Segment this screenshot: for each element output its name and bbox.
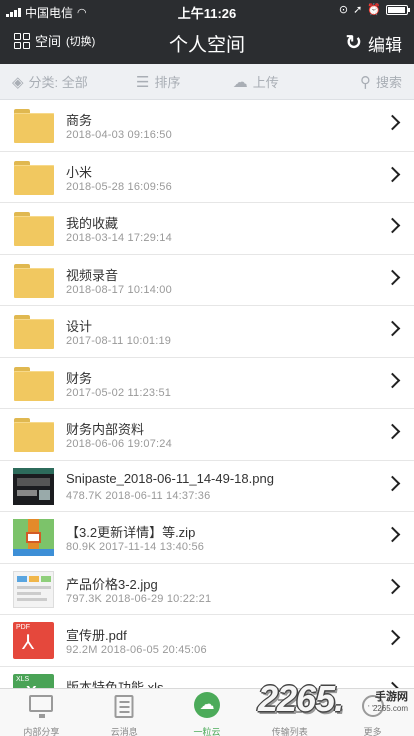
xls-file-icon: XLSX bbox=[13, 673, 54, 688]
chevron-right-icon[interactable] bbox=[384, 423, 401, 440]
list-item[interactable]: 商务 2018-04-03 09:16:50 bbox=[0, 100, 414, 152]
list-item[interactable]: 【3.2更新详情】等.zip 80.9K 2017-11-14 13:40:56 bbox=[0, 512, 414, 564]
list-item[interactable]: 我的收藏 2018-03-14 17:29:14 bbox=[0, 203, 414, 255]
file-meta: 2018-04-03 09:16:50 bbox=[66, 129, 172, 141]
tab-cloud-messages[interactable]: 云消息 bbox=[83, 689, 166, 736]
chevron-right-icon[interactable] bbox=[384, 269, 401, 285]
file-meta: 2018-03-14 17:29:14 bbox=[66, 232, 172, 244]
file-name: Snipaste_2018-06-11_14-49-18.png bbox=[66, 470, 274, 486]
tab-label: 云消息 bbox=[110, 727, 138, 736]
folder-icon bbox=[14, 418, 54, 452]
watermark-url: 2265.com bbox=[372, 704, 408, 713]
zip-archive-icon bbox=[13, 519, 54, 556]
list-item[interactable]: PDF ⅄ 宣传册.pdf 92.2M 2018-06-05 20:45:06 bbox=[0, 615, 414, 667]
sort-label: 排序 bbox=[154, 75, 181, 90]
file-name: 我的收藏 bbox=[66, 216, 119, 231]
rotation-lock-icon: ⊙ bbox=[338, 4, 349, 16]
folder-icon bbox=[14, 212, 54, 246]
pdf-file-icon: PDF ⅄ bbox=[13, 622, 54, 659]
folder-icon bbox=[14, 263, 54, 298]
status-bar: 中国电信 ◠ 上午11:26 ⊙ ➚ ⏰ bbox=[0, 0, 414, 22]
file-name: 视频录音 bbox=[66, 267, 119, 283]
battery-level bbox=[388, 6, 405, 13]
list-item[interactable]: 产品价格3-2.jpg 797.3K 2018-06-29 10:22:21 bbox=[0, 563, 414, 615]
list-item[interactable]: 设计 2017-08-11 10:01:19 bbox=[0, 306, 414, 358]
chevron-right-icon[interactable] bbox=[384, 629, 401, 646]
chevron-right-icon[interactable] bbox=[384, 475, 401, 491]
watermark-number: 2265. bbox=[258, 678, 344, 719]
search-label: 搜索 bbox=[375, 75, 402, 90]
category-filter-button[interactable]: ◈ 分类: 全部 bbox=[0, 64, 110, 99]
upload-label: 上传 bbox=[252, 75, 279, 90]
file-meta: 2018-06-06 19:07:24 bbox=[66, 438, 172, 450]
chevron-right-icon[interactable] bbox=[384, 217, 401, 234]
file-meta: 80.9K 2017-11-14 13:40:56 bbox=[66, 541, 205, 553]
watermark-text: 手游网 bbox=[375, 691, 408, 703]
file-meta: 92.2M 2018-06-05 20:45:06 bbox=[66, 644, 207, 656]
file-name: 小米 bbox=[66, 164, 93, 180]
file-meta: 2017-05-02 11:23:51 bbox=[66, 386, 172, 399]
chevron-right-icon[interactable] bbox=[384, 166, 401, 182]
file-list: 商务 2018-04-03 09:16:50 小米 2018-05-28 16:… bbox=[0, 100, 414, 688]
list-item[interactable]: 财务 2017-05-02 11:23:51 bbox=[0, 357, 414, 409]
file-meta: 797.3K 2018-06-29 10:22:21 bbox=[66, 592, 212, 605]
monitor-icon bbox=[29, 695, 54, 718]
tab-internal-share[interactable]: 内部分享 bbox=[0, 689, 83, 736]
file-name: 宣传册.pdf bbox=[66, 628, 127, 643]
file-name: 版本特色功能.xls bbox=[66, 679, 164, 689]
toolbar: ◈ 分类: 全部 ☰ 排序 ☁ 上传 ⚲ 搜索 bbox=[0, 64, 414, 100]
chevron-right-icon[interactable] bbox=[384, 372, 401, 388]
list-item[interactable]: 小米 2018-05-28 16:09:56 bbox=[0, 151, 414, 203]
location-icon: ➚ bbox=[353, 4, 363, 16]
tab-yiliyun[interactable]: ☁ 一粒云 bbox=[166, 689, 249, 736]
folder-icon bbox=[14, 366, 54, 401]
chevron-right-icon[interactable] bbox=[384, 320, 401, 337]
pdf-badge: PDF bbox=[16, 624, 30, 631]
tab-label: 更多 bbox=[363, 727, 382, 736]
folder-icon bbox=[14, 315, 54, 349]
alarm-icon: ⏰ bbox=[367, 4, 381, 16]
upload-button[interactable]: ☁ 上传 bbox=[207, 64, 305, 99]
file-meta: 2017-08-11 10:01:19 bbox=[66, 335, 172, 347]
sort-button[interactable]: ☰ 排序 bbox=[110, 64, 208, 99]
file-name: 设计 bbox=[66, 319, 93, 334]
chevron-right-icon[interactable] bbox=[384, 578, 401, 594]
tab-label: 传输列表 bbox=[271, 727, 308, 736]
image-thumbnail-icon bbox=[13, 467, 54, 505]
list-item[interactable]: Snipaste_2018-06-11_14-49-18.png 478.7K … bbox=[0, 460, 414, 512]
search-button[interactable]: ⚲ 搜索 bbox=[305, 64, 414, 99]
edit-button[interactable]: 编辑 bbox=[368, 31, 402, 56]
watermark-logo: 2265. 手游网 2265.com bbox=[258, 674, 408, 724]
list-item[interactable]: 财务内部资料 2018-06-06 19:07:24 bbox=[0, 409, 414, 461]
document-icon bbox=[114, 695, 134, 718]
file-name: 产品价格3-2.jpg bbox=[66, 576, 158, 592]
category-label: 分类: 全部 bbox=[28, 75, 88, 90]
sort-list-icon: ☰ bbox=[136, 73, 150, 91]
xls-badge: XLS bbox=[16, 675, 30, 683]
folder-icon bbox=[14, 109, 54, 143]
file-name: 【3.2更新详情】等.zip bbox=[66, 525, 196, 540]
chevron-right-icon[interactable] bbox=[384, 526, 401, 543]
file-meta: 2018-08-17 10:14:00 bbox=[66, 283, 172, 296]
layers-icon: ◈ bbox=[12, 73, 24, 91]
file-meta: 478.7K 2018-06-11 14:37:36 bbox=[66, 489, 211, 502]
file-meta: 2018-05-28 16:09:56 bbox=[66, 180, 172, 193]
nav-bar: 空间 (切换) 个人空间 ↻ 编辑 bbox=[0, 22, 414, 64]
tab-label: 内部分享 bbox=[23, 727, 60, 736]
file-name: 商务 bbox=[66, 113, 93, 128]
chevron-right-icon[interactable] bbox=[384, 114, 401, 131]
tab-label: 一粒云 bbox=[193, 727, 221, 736]
refresh-icon[interactable]: ↻ bbox=[345, 30, 362, 55]
list-item[interactable]: 视频录音 2018-08-17 10:14:00 bbox=[0, 254, 414, 306]
folder-icon bbox=[14, 160, 54, 195]
cloud-icon: ☁ bbox=[193, 692, 220, 718]
battery-icon bbox=[386, 4, 410, 15]
image-thumbnail-icon bbox=[13, 570, 54, 608]
file-name: 财务内部资料 bbox=[66, 422, 145, 437]
cloud-upload-icon: ☁ bbox=[232, 73, 248, 91]
search-icon: ⚲ bbox=[359, 73, 371, 91]
file-name: 财务 bbox=[66, 370, 93, 386]
